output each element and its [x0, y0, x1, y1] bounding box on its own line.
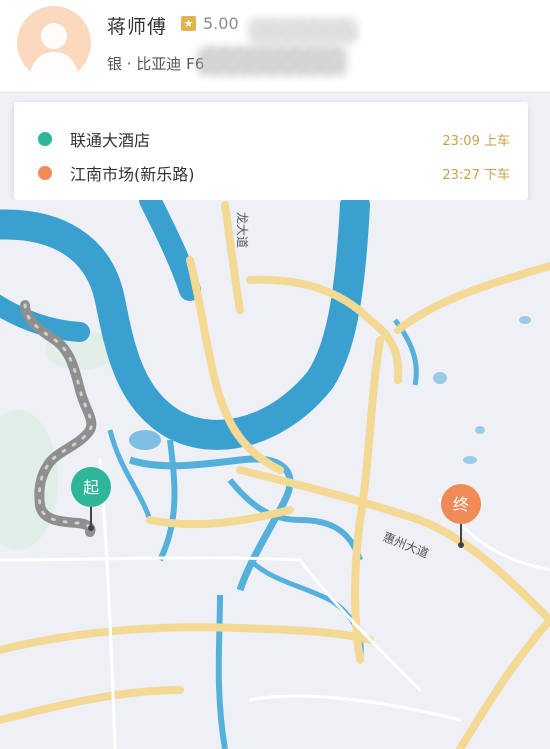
dropoff-row[interactable]: 江南市场(新乐路) 23:27 下车	[14, 158, 528, 188]
route-card: 联通大酒店 23:09 上车 江南市场(新乐路) 23:27 下车	[14, 102, 528, 200]
road-label-long-avenue: 龙大道	[235, 212, 249, 248]
license-plate-blur	[197, 46, 347, 76]
map-view[interactable]: 龙大道 惠州大道 起 终	[0, 200, 550, 749]
end-marker-label: 终	[453, 495, 469, 514]
lake	[129, 430, 161, 450]
start-marker-label: 起	[83, 478, 99, 497]
dropoff-time: 23:27 下车	[442, 168, 510, 183]
pickup-place: 联通大酒店	[70, 131, 151, 150]
lake	[519, 316, 531, 324]
dropoff-dot-icon	[38, 166, 52, 180]
lake	[475, 426, 485, 434]
lake	[463, 456, 477, 464]
driver-name: 蒋师傅	[107, 16, 168, 38]
avatar[interactable]	[17, 6, 91, 80]
pickup-dot-icon	[38, 132, 52, 146]
start-pin-tip	[88, 525, 94, 531]
dropoff-place: 江南市场(新乐路)	[70, 165, 195, 184]
driver-header: 蒋师傅 ★ 5.00 银 · 比亚迪 F6	[0, 0, 550, 93]
lake	[433, 372, 447, 384]
pickup-time: 23:09 上车	[442, 134, 510, 149]
star-icon: ★	[181, 16, 196, 31]
pickup-row[interactable]: 联通大酒店 23:09 上车	[14, 124, 528, 154]
user-silhouette-icon	[29, 23, 79, 80]
privacy-blur	[248, 18, 358, 44]
end-pin-tip	[458, 542, 464, 548]
driver-rating: 5.00	[203, 14, 239, 33]
car-info: 银 · 比亚迪 F6	[107, 55, 205, 73]
